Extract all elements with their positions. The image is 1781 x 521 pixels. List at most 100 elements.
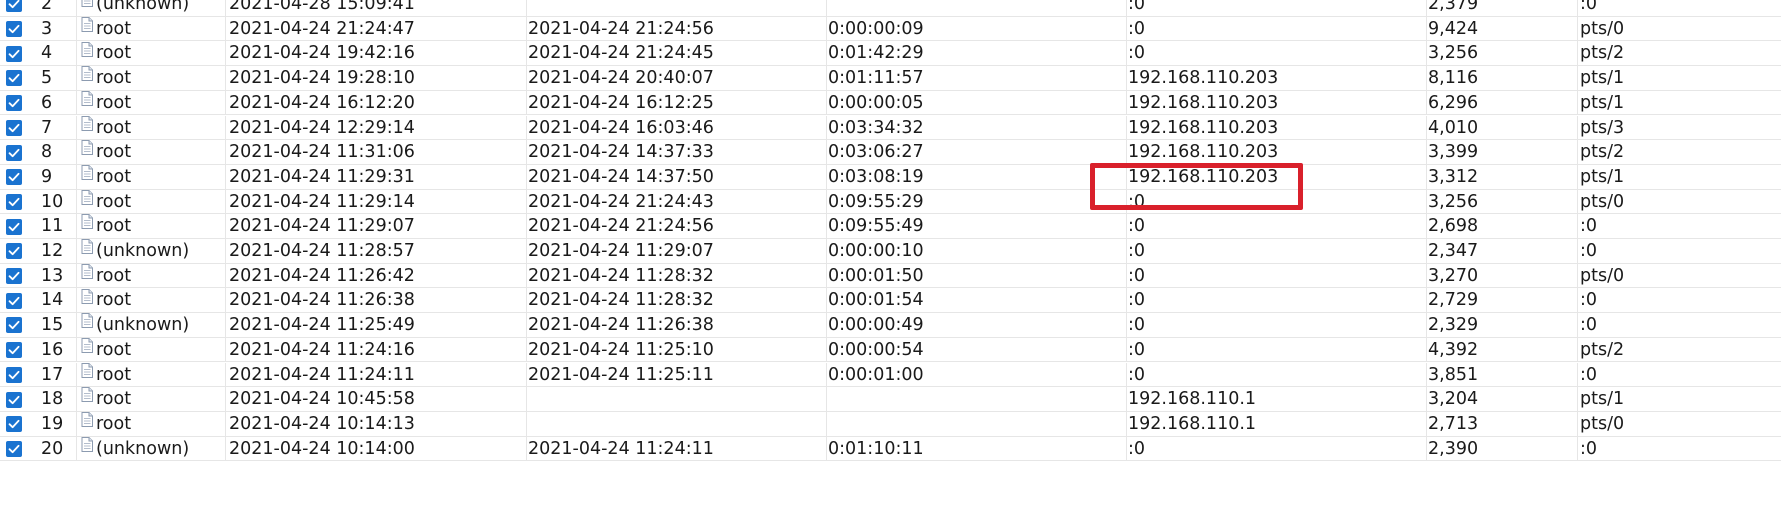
login-time-cell: 2021-04-24 11:25:49 xyxy=(226,313,527,338)
document-icon xyxy=(81,140,93,163)
table-row[interactable]: 17 root 2021-04-24 11:24:11 2021-04-24 11:2… xyxy=(0,362,1781,388)
checkbox-checked-icon[interactable] xyxy=(6,416,22,433)
host-text: 192.168.110.1 xyxy=(1128,389,1257,410)
checkbox-checked-icon[interactable] xyxy=(6,95,22,112)
logout-time-cell: 2021-04-24 14:37:33 xyxy=(527,140,827,165)
document-icon xyxy=(81,165,93,188)
user-text: root xyxy=(96,364,132,385)
checkbox-checked-icon[interactable] xyxy=(6,317,22,334)
checkbox-cell xyxy=(0,288,30,313)
host-cell: 192.168.110.203 xyxy=(1127,66,1427,91)
table-row[interactable]: 7 root 2021-04-24 12:29:14 2021-04-24 16:03… xyxy=(0,115,1781,141)
tty-text: :0 xyxy=(1580,290,1598,311)
duration-text: 0:00:00:10 xyxy=(828,241,924,261)
pid-text: 2,729 xyxy=(1428,290,1479,311)
pid-text: 6,296 xyxy=(1428,92,1479,113)
checkbox-checked-icon[interactable] xyxy=(6,391,22,408)
pid-text: 4,010 xyxy=(1428,117,1479,138)
checkbox-cell xyxy=(0,264,30,289)
logout-time-text: 2021-04-24 11:26:38 xyxy=(528,315,714,336)
tty-cell: pts/0 xyxy=(1578,412,1781,437)
table-row[interactable]: 14 root 2021-04-24 11:26:38 2021-04-24 11:2… xyxy=(0,288,1781,314)
host-text: :0 xyxy=(1128,315,1146,336)
user-text: root xyxy=(96,166,132,187)
table-row[interactable]: 10 root 2021-04-24 11:29:14 2021-04-24 21:2… xyxy=(0,189,1781,215)
tty-text: :0 xyxy=(1580,0,1598,14)
login-time-cell: 2021-04-24 11:31:06 xyxy=(226,140,527,165)
duration-cell: 0:03:06:27 xyxy=(827,140,1127,165)
table-row[interactable]: 18 root 2021-04-24 10:45:58 192.168.110.1 3,… xyxy=(0,387,1781,412)
user-text: root xyxy=(96,413,132,434)
login-time-text: 2021-04-24 11:29:07 xyxy=(229,216,415,237)
table-row[interactable]: 9 root 2021-04-24 11:29:31 2021-04-24 14:37… xyxy=(0,164,1781,190)
host-text: :0 xyxy=(1128,216,1146,237)
host-cell: 192.168.110.1 xyxy=(1127,411,1427,437)
row-number-cell: 4 xyxy=(30,41,77,67)
checkbox-checked-icon[interactable] xyxy=(6,292,22,309)
table-row[interactable]: 8 root 2021-04-24 11:31:06 2021-04-24 14:37… xyxy=(0,140,1781,165)
table-row[interactable]: 5 root 2021-04-24 19:28:10 2021-04-24 20:40… xyxy=(0,66,1781,91)
checkbox-checked-icon[interactable] xyxy=(6,0,22,13)
checkbox-checked-icon[interactable] xyxy=(6,243,22,260)
duration-text: 0:03:34:32 xyxy=(828,117,924,138)
user-cell: root xyxy=(77,16,226,42)
table-row[interactable]: 2 (unknown) 2021-04-28 15:09:41:0 2,379:0 xyxy=(0,0,1781,17)
duration-cell: 0:01:10:11 xyxy=(827,436,1127,462)
row-number-cell: 10 xyxy=(30,189,77,215)
logout-time-cell: 2021-04-24 14:37:50 xyxy=(527,164,827,190)
tty-cell: pts/3 xyxy=(1578,116,1781,141)
table-row[interactable]: 20 (unknown) 2021-04-24 10:14:00 2021-04-24… xyxy=(0,436,1781,462)
duration-text: 0:01:42:29 xyxy=(828,43,924,64)
table-row[interactable]: 11 root 2021-04-24 11:29:07 2021-04-24 21:2… xyxy=(0,214,1781,239)
checkbox-checked-icon[interactable] xyxy=(6,70,22,87)
login-time-cell: 2021-04-24 19:28:10 xyxy=(226,66,527,91)
tty-cell: :0 xyxy=(1578,437,1781,462)
pid-text: 2,329 xyxy=(1428,315,1479,336)
row-number-text: 20 xyxy=(41,438,64,459)
row-number-cell: 13 xyxy=(30,263,77,289)
checkbox-checked-icon[interactable] xyxy=(6,218,22,235)
table-row[interactable]: 15 (unknown) 2021-04-24 11:25:49 2021-04-24… xyxy=(0,313,1781,338)
host-cell: :0 xyxy=(1127,0,1427,17)
table-row[interactable]: 12 (unknown) 2021-04-24 11:28:57 2021-04-24… xyxy=(0,239,1781,264)
checkbox-checked-icon[interactable] xyxy=(6,119,22,136)
tty-cell: pts/2 xyxy=(1578,41,1781,66)
table-row[interactable]: 19 root 2021-04-24 10:14:13 192.168.110.1 2,… xyxy=(0,411,1781,437)
host-cell: :0 xyxy=(1127,288,1427,314)
table-row[interactable]: 4 root 2021-04-24 19:42:16 2021-04-24 21:24… xyxy=(0,41,1781,67)
checkbox-checked-icon[interactable] xyxy=(6,21,22,38)
document-icon xyxy=(81,189,93,213)
checkbox-checked-icon[interactable] xyxy=(6,193,22,210)
document-icon xyxy=(81,313,93,336)
pid-cell: 2,729 xyxy=(1427,288,1578,314)
table-row[interactable]: 3 root 2021-04-24 21:24:47 2021-04-24 21:24… xyxy=(0,16,1781,42)
user-text: (unknown) xyxy=(96,0,190,14)
tty-text: pts/0 xyxy=(1580,191,1625,212)
user-cell: root xyxy=(77,263,226,289)
checkbox-checked-icon[interactable] xyxy=(6,366,22,383)
row-number-cell: 11 xyxy=(30,214,77,239)
document-icon xyxy=(81,436,93,460)
checkbox-checked-icon[interactable] xyxy=(6,169,22,186)
logout-time-text: 2021-04-24 11:24:11 xyxy=(528,438,714,459)
duration-text: 0:09:55:49 xyxy=(828,216,924,237)
table-row[interactable]: 16 root 2021-04-24 11:24:16 2021-04-24 11:2… xyxy=(0,337,1781,363)
row-number-cell: 19 xyxy=(30,411,77,437)
checkbox-checked-icon[interactable] xyxy=(6,342,22,359)
tty-text: :0 xyxy=(1580,438,1598,459)
user-text: root xyxy=(96,18,132,39)
checkbox-checked-icon[interactable] xyxy=(6,440,22,457)
checkbox-checked-icon[interactable] xyxy=(6,268,22,285)
row-number-cell: 9 xyxy=(30,164,77,190)
checkbox-checked-icon[interactable] xyxy=(6,144,22,161)
table-row[interactable]: 13 root 2021-04-24 11:26:42 2021-04-24 11:2… xyxy=(0,263,1781,289)
pid-cell: 3,851 xyxy=(1427,362,1578,388)
table-row[interactable]: 6 root 2021-04-24 16:12:20 2021-04-24 16:12… xyxy=(0,90,1781,116)
user-text: (unknown) xyxy=(96,315,190,336)
duration-text: 0:00:01:54 xyxy=(828,290,924,311)
checkbox-checked-icon[interactable] xyxy=(6,45,22,62)
login-time-text: 2021-04-24 10:45:58 xyxy=(229,389,415,410)
logout-time-text: 2021-04-24 11:28:32 xyxy=(528,290,714,311)
login-time-cell: 2021-04-24 11:28:57 xyxy=(226,239,527,264)
host-text: :0 xyxy=(1128,191,1146,212)
